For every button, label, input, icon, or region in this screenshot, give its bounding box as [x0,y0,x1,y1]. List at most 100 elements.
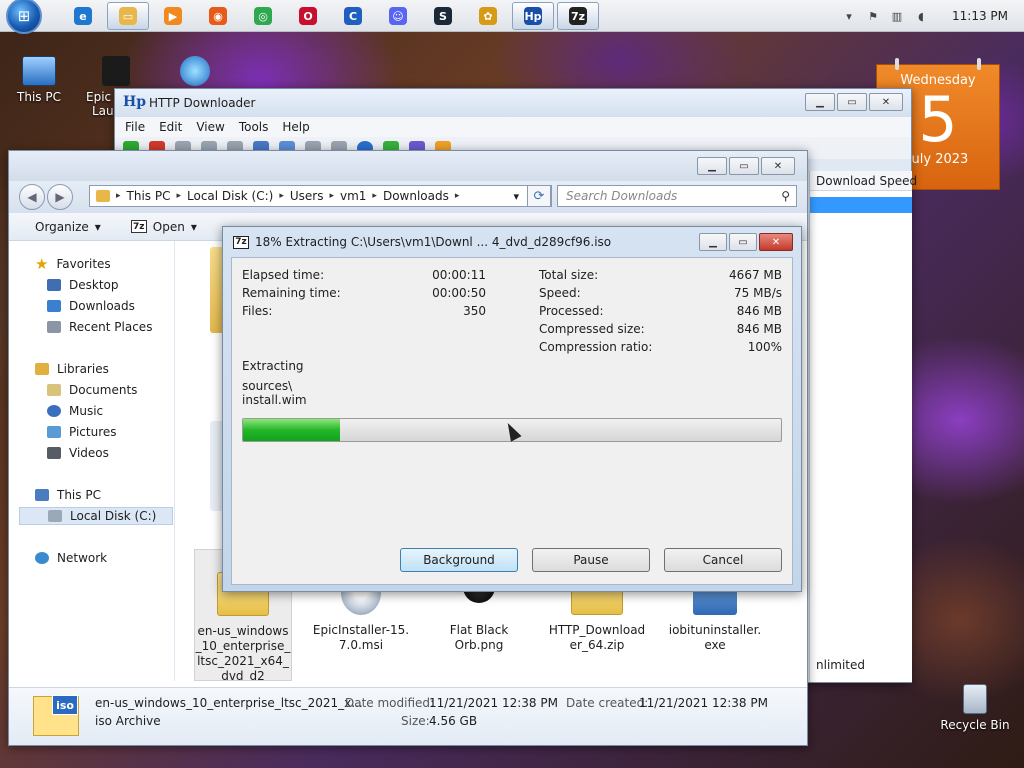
opera-icon: O [299,7,317,25]
nav-favorites[interactable]: ★ Favorites [35,255,111,273]
search-input[interactable]: Search Downloads ⚲ [557,185,797,207]
close-button[interactable]: ✕ [869,93,903,111]
minimize-button[interactable]: ▁ [697,157,727,175]
nav-network[interactable]: Network [35,549,107,567]
pause-button[interactable]: Pause [532,548,650,572]
system-tray: ▾ ⚑ ▥ ◖ 11:13 PM [842,0,1024,32]
desktop-icon-this-pc[interactable]: This PC [4,56,74,104]
details-created-label: Date created: [566,696,649,710]
start-button[interactable]: ⊞ [6,0,42,34]
nav-this-pc[interactable]: This PC [35,486,101,504]
minimize-button[interactable]: ▁ [699,233,727,251]
details-modified-value: 11/21/2021 12:38 PM [429,696,558,710]
nav-libraries[interactable]: Libraries [35,360,109,378]
menu-item-view[interactable]: View [196,120,224,134]
column-header-download-speed[interactable]: Download Speed [810,171,917,191]
taskbar-button[interactable]: ▭ [107,2,149,30]
current-path: sources\ [242,379,293,393]
taskbar-button[interactable]: ✿ [467,2,509,30]
epic-games-icon [102,56,130,86]
breadcrumb-item[interactable]: Users [284,189,330,203]
nav-downloads[interactable]: Downloads [47,297,135,315]
menu-item-tools[interactable]: Tools [239,120,269,134]
nav-pictures[interactable]: Pictures [47,423,117,441]
close-button[interactable]: ✕ [761,157,795,175]
extract-dialog: 7z 18% Extracting C:\Users\vm1\Downl ...… [222,226,802,592]
nav-local-disk[interactable]: Local Disk (C:) [19,507,173,525]
network-icon[interactable]: ▥ [890,9,904,23]
details-created-value: 11/21/2021 12:38 PM [639,696,768,710]
breadcrumb-item[interactable]: Downloads [377,189,455,203]
minimize-button[interactable]: ▁ [805,93,835,111]
nav-videos[interactable]: Videos [47,444,109,462]
file-explorer-icon: ▭ [119,7,137,25]
taskbar-button[interactable]: ◉ [197,2,239,30]
processed-value: 846 MB [736,304,782,318]
computer-icon [35,489,49,501]
files-label: Files: [242,304,273,318]
speed-value: 75 MB/s [734,286,782,300]
sevenzip-icon: 7z [569,7,587,25]
chevron-down-icon: ▾ [94,219,101,234]
refresh-button[interactable]: ⟳ [527,185,551,207]
taskbar-button[interactable]: O [287,2,329,30]
recycle-bin-icon [963,684,987,714]
window-controls: ▁ ▭ ✕ [697,157,795,175]
selected-download-row[interactable] [810,197,912,213]
chevron-up-icon[interactable]: ▾ [842,9,856,23]
chevron-down-icon[interactable]: ▾ [513,190,519,203]
address-bar[interactable]: ▸ This PC ▸ Local Disk (C:) ▸ Users ▸ vm1 ▸ Downl… [89,185,552,207]
menu-item-edit[interactable]: Edit [159,120,182,134]
processed-label: Processed: [539,304,604,318]
discord-icon: ☺ [389,7,407,25]
taskbar-button[interactable]: Hp [512,2,554,30]
taskbar-button[interactable]: ▶ [152,2,194,30]
taskbar-button[interactable]: S [422,2,464,30]
nav-desktop[interactable]: Desktop [47,276,119,294]
breadcrumb-item[interactable]: This PC [121,189,177,203]
background-button[interactable]: Background [400,548,518,572]
remaining-value: 00:00:50 [432,286,486,300]
nav-recent-places[interactable]: Recent Places [47,318,152,336]
ie-shortcut-icon[interactable] [180,56,210,86]
flag-alert-icon[interactable]: ⚑ [866,9,880,23]
window-controls: ▁ ▭ ✕ [805,93,903,111]
desktop-icon-recycle-bin[interactable]: Recycle Bin [940,684,1010,732]
cancel-button[interactable]: Cancel [664,548,782,572]
taskbar-button[interactable]: ☺ [377,2,419,30]
forward-button[interactable]: ▶ [47,184,73,210]
status-text: Extracting [242,359,304,373]
taskbar-button[interactable]: e [62,2,104,30]
breadcrumb-separator[interactable]: ▸ [455,191,460,201]
calendar-ring [977,58,981,70]
menu-item-help[interactable]: Help [282,120,309,134]
nav-documents[interactable]: Documents [47,381,137,399]
maximize-button[interactable]: ▭ [837,93,867,111]
star-icon: ★ [35,255,49,273]
taskbar-button[interactable]: 7z [557,2,599,30]
speed-label: Speed: [539,286,581,300]
menu-item-file[interactable]: File [125,120,145,134]
clock[interactable]: 11:13 PM [952,9,1008,23]
breadcrumb-item[interactable]: Local Disk (C:) [181,189,279,203]
back-button[interactable]: ◀ [19,184,45,210]
maximize-button[interactable]: ▭ [729,233,757,251]
recent-places-icon [47,321,61,333]
taskbar-button[interactable]: ◎ [242,2,284,30]
window-controls: ▁ ▭ ✕ [699,233,793,251]
compressed-size-value: 846 MB [736,322,782,336]
app-c-icon: C [344,7,362,25]
taskbar-button[interactable]: C [332,2,374,30]
chrome-icon: ◎ [254,7,272,25]
volume-muted-icon[interactable]: ◖ [914,9,928,23]
download-list-visible-column: Download Speed nlimited [809,171,917,682]
maximize-button[interactable]: ▭ [729,157,759,175]
details-size-label: Size: [401,714,430,728]
compression-ratio-label: Compression ratio: [539,340,653,354]
organize-button[interactable]: Organize ▾ [35,220,101,234]
sevenzip-icon: 7z [130,220,147,233]
breadcrumb-item[interactable]: vm1 [334,189,372,203]
close-button[interactable]: ✕ [759,233,793,251]
nav-music[interactable]: Music [47,402,103,420]
open-button[interactable]: 7z Open ▾ [130,220,197,234]
